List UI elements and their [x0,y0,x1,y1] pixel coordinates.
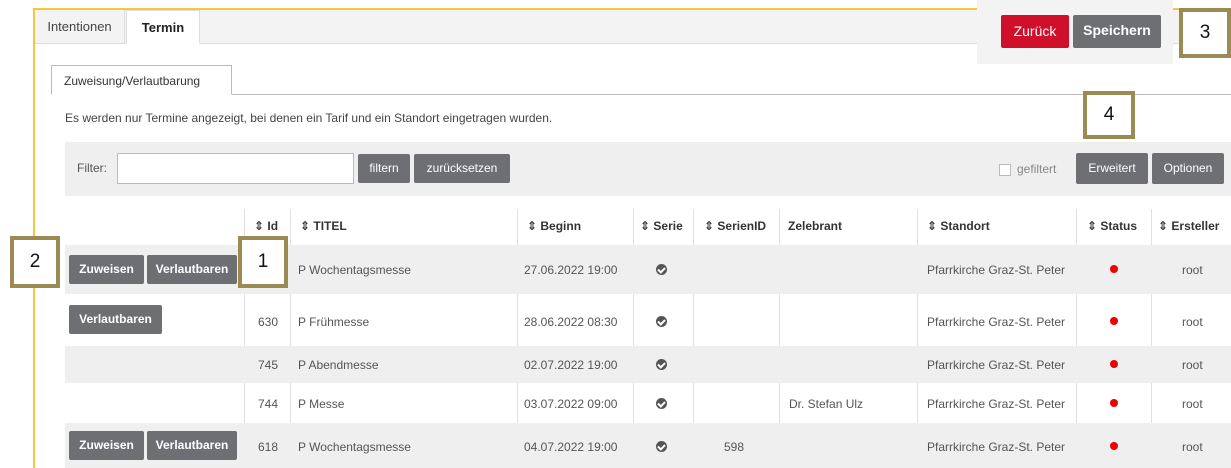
status-dot-icon [1110,442,1118,450]
options-button[interactable]: Optionen [1152,153,1224,184]
col-header-beginn[interactable]: ⇕ Beginn [527,219,581,233]
tab-intentionen[interactable]: Intentionen [35,10,125,44]
check-circle-icon [656,359,667,370]
cell-ersteller: root [1182,397,1203,411]
tab-termin[interactable]: Termin [126,10,200,44]
filter-input[interactable] [117,153,354,184]
cell-id: 745 [258,358,279,372]
assign-button[interactable]: Zuweisen [69,431,144,460]
col-header-id[interactable]: ⇕ Id [254,219,278,233]
announce-button[interactable]: Verlautbaren [147,255,237,284]
assign-button[interactable]: Zuweisen [69,255,144,284]
info-text: Es werden nur Termine angezeigt, bei den… [65,111,553,125]
cell-standort: Pfarrkirche Graz-St. Peter [927,358,1066,372]
col-header-zelebrant: Zelebrant [788,219,843,233]
announce-button[interactable]: Verlautbaren [147,431,237,460]
filter-label: Filter: [77,161,107,175]
cell-ersteller: root [1182,263,1203,277]
cell-standort: Pfarrkirche Graz-St. Peter [927,315,1066,329]
col-header-standort[interactable]: ⇕ Standort [927,219,990,233]
cell-titel: P Messe [298,397,345,411]
cell-zelebrant: Dr. Stefan Ulz [789,397,864,411]
cell-serienid: 598 [724,440,745,454]
callout-4: 4 [1083,91,1135,139]
col-header-serienid[interactable]: ⇕ SerienID [704,219,766,233]
save-button[interactable]: Speichern [1073,15,1161,48]
callout-3: 3 [1179,8,1231,58]
advanced-button[interactable]: Erweitert [1076,153,1148,184]
cell-titel: P Abendmesse [298,358,379,372]
subtab-zuweisung[interactable]: Zuweisung/Verlautbarung [51,65,232,95]
cell-standort: Pfarrkirche Graz-St. Peter [927,440,1066,454]
cell-beginn: 28.06.2022 08:30 [524,315,618,329]
cell-titel: P Frühmesse [298,315,370,329]
check-circle-icon [656,316,667,327]
status-dot-icon [1110,317,1118,325]
check-circle-icon [656,264,667,275]
cell-id: 744 [258,397,279,411]
callout-1: 1 [238,236,288,288]
check-circle-icon [656,441,667,452]
cell-standort: Pfarrkirche Graz-St. Peter [927,397,1066,411]
cell-titel: P Wochentagsmesse [298,263,411,277]
cell-standort: Pfarrkirche Graz-St. Peter [927,263,1066,277]
cell-ersteller: root [1182,440,1203,454]
filtered-checkbox[interactable] [999,164,1011,176]
cell-ersteller: root [1182,358,1203,372]
cell-beginn: 03.07.2022 09:00 [524,397,618,411]
check-circle-icon [656,398,667,409]
cell-beginn: 02.07.2022 19:00 [524,358,618,372]
filter-button[interactable]: filtern [358,154,410,183]
status-dot-icon [1110,399,1118,407]
cell-ersteller: root [1182,315,1203,329]
back-button[interactable]: Zurück [1001,15,1069,48]
col-header-titel[interactable]: ⇕ TITEL [300,219,347,233]
callout-2: 2 [10,236,60,288]
status-dot-icon [1110,360,1118,368]
col-header-status[interactable]: ⇕ Status [1087,219,1137,233]
cell-beginn: 04.07.2022 19:00 [524,440,618,454]
filtered-label: gefiltert [1017,162,1057,176]
reset-button[interactable]: zurücksetzen [414,154,510,183]
cell-id: 630 [258,315,279,329]
announce-button[interactable]: Verlautbaren [69,305,162,334]
cell-titel: P Wochentagsmesse [298,440,411,454]
col-header-serie[interactable]: ⇕ Serie [640,219,683,233]
col-header-ersteller[interactable]: ⇕ Ersteller [1158,219,1219,233]
status-dot-icon [1110,265,1118,273]
cell-beginn: 27.06.2022 19:00 [524,263,618,277]
cell-id: 618 [258,440,279,454]
